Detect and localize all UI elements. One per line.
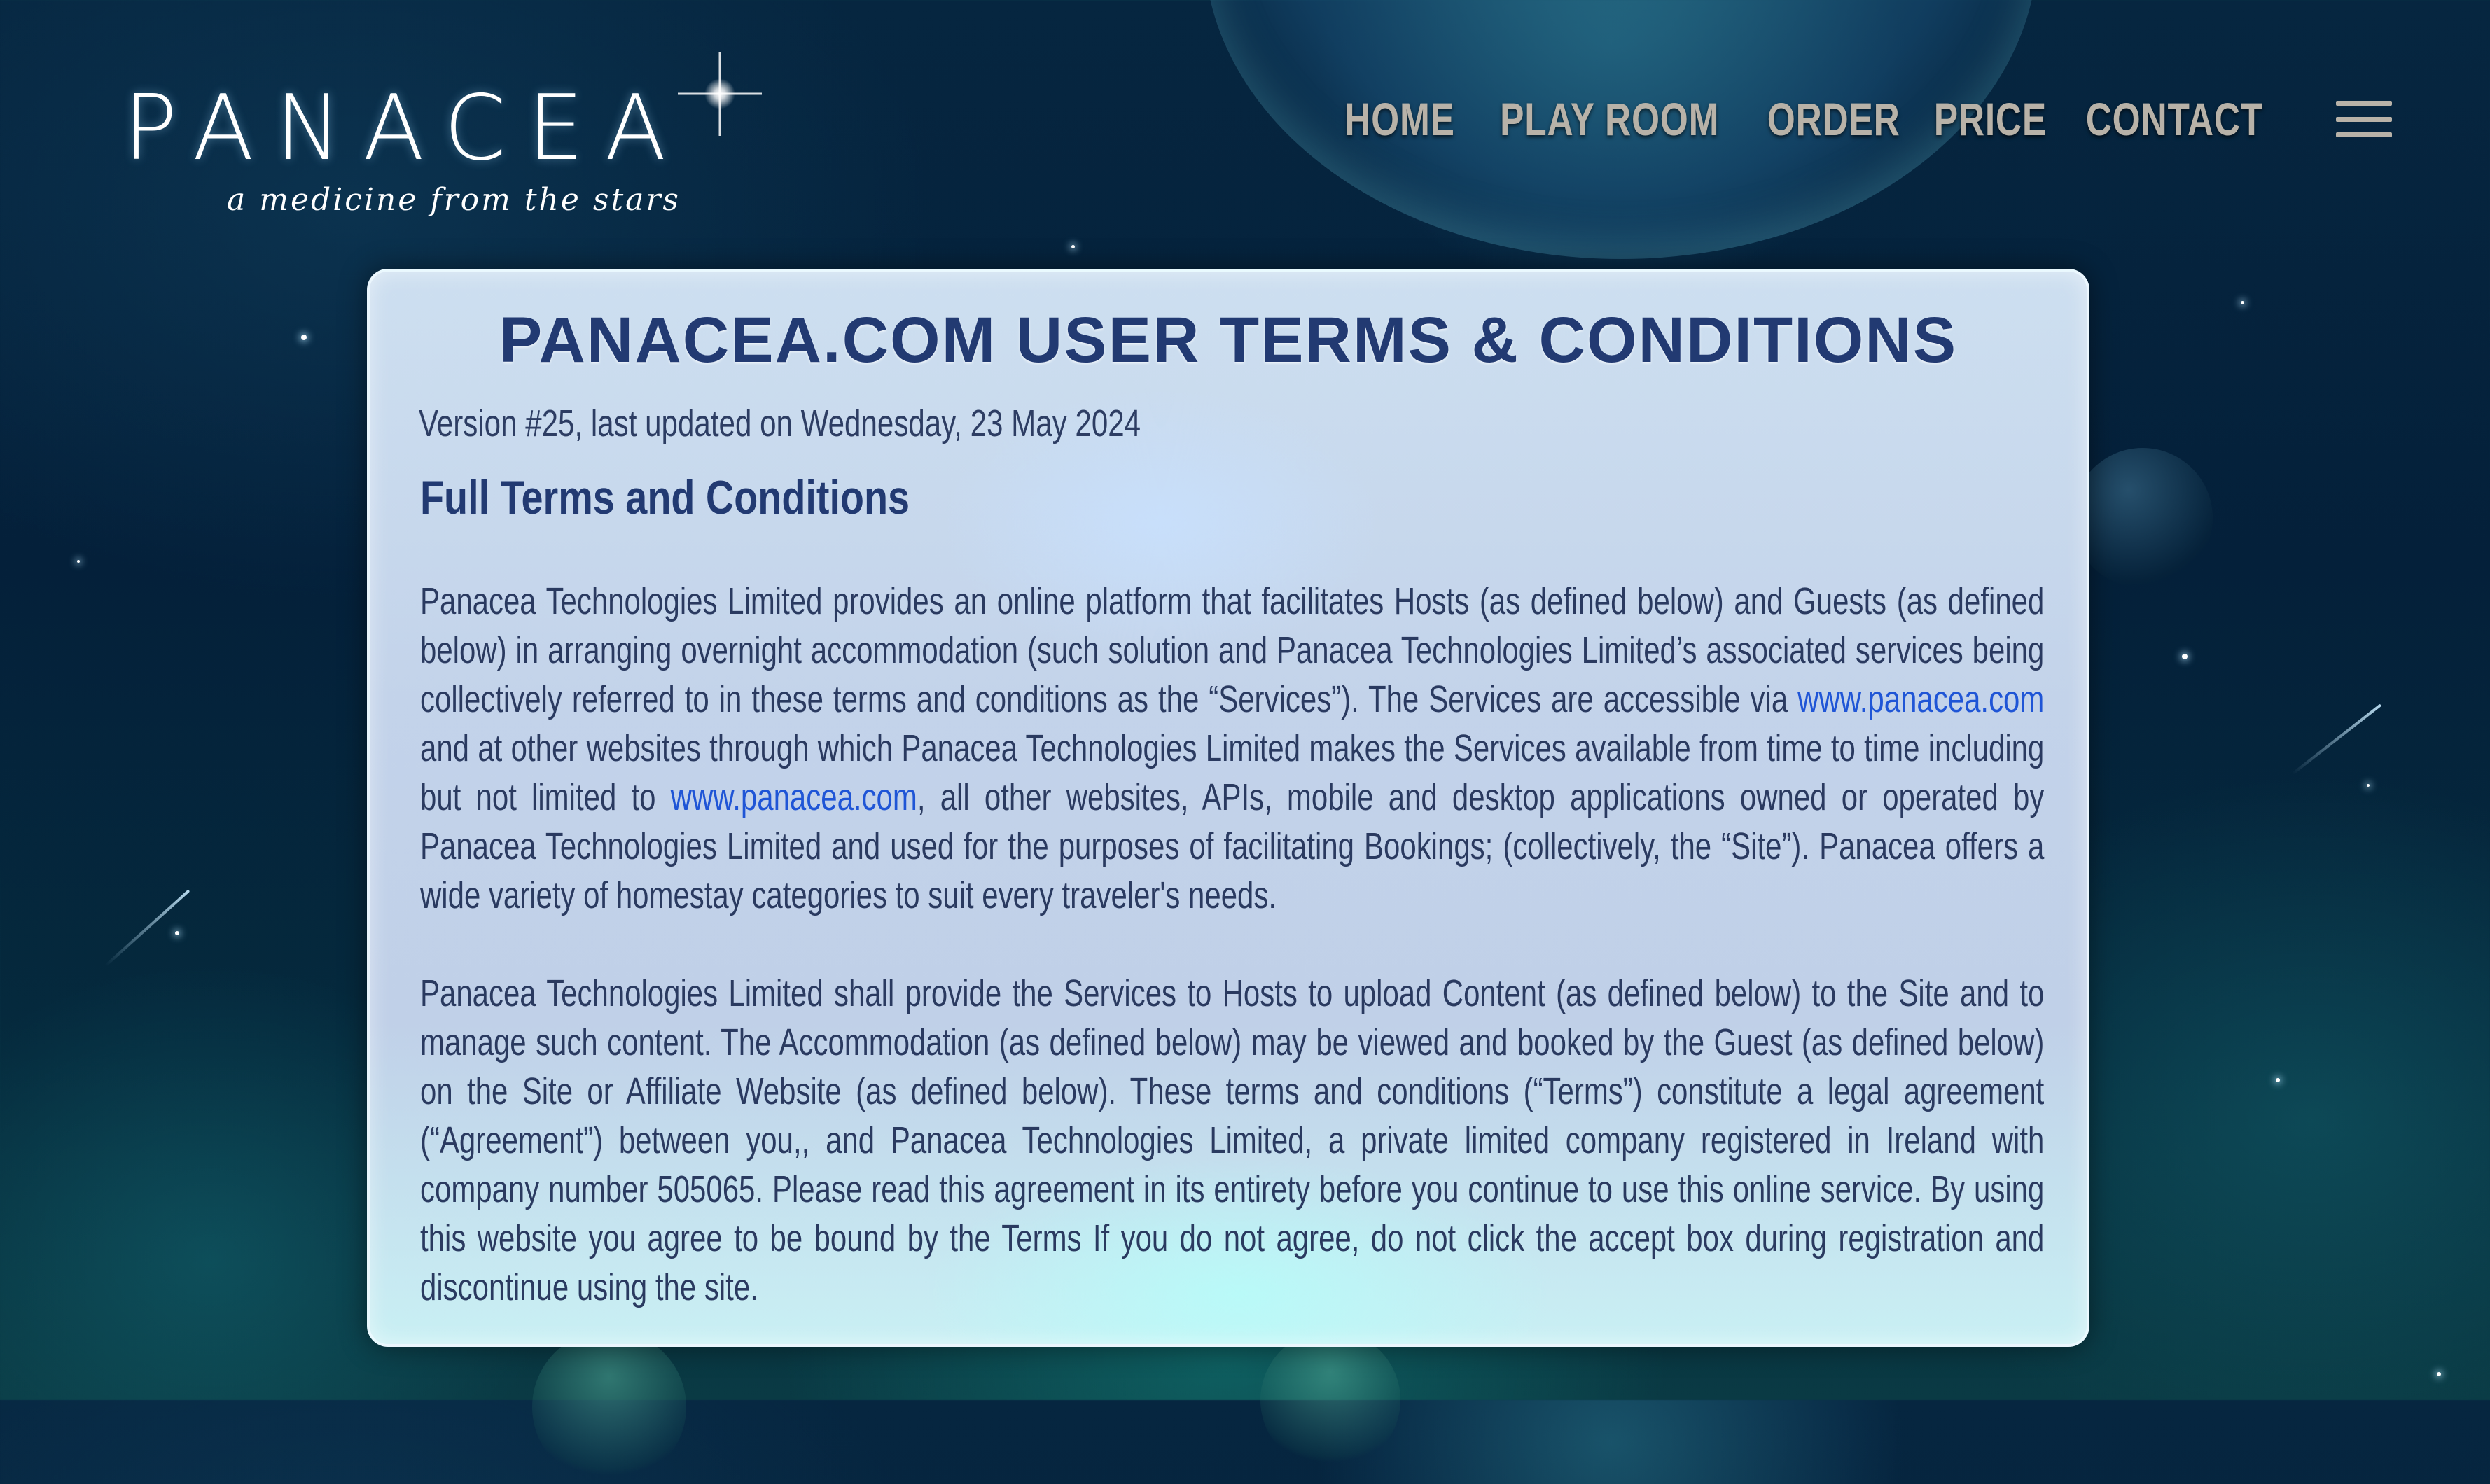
menu-bar [2336, 132, 2392, 137]
star-decoration [1071, 245, 1075, 248]
star-decoration [2437, 1372, 2441, 1376]
panacea-site-link[interactable]: www.panacea.com [1797, 678, 2044, 720]
nav-play-room-link[interactable]: PLAY ROOM [1500, 92, 1719, 146]
terms-panel: PANACEA.COM USER TERMS & CONDITIONS Vers… [367, 269, 2089, 1347]
terms-paragraph-2: Panacea Technologies Limited shall provi… [420, 972, 2045, 1308]
background-planet-right [2073, 448, 2213, 588]
star-decoration [301, 335, 307, 340]
logo-tagline: a medicine from the stars [227, 182, 681, 218]
star-decoration [2367, 784, 2370, 787]
star-decoration [2276, 1078, 2280, 1082]
main-nav: HOME PLAY ROOM ORDER PRICE CONTACT [1344, 92, 2392, 146]
nav-contact-link[interactable]: CONTACT [2086, 92, 2263, 146]
version-text: Version #25, last updated on Wednesday, … [419, 402, 1141, 444]
nav-price-link[interactable]: PRICE [1933, 92, 2046, 146]
nav-order-link[interactable]: ORDER [1767, 92, 1900, 146]
terms-body: Panacea Technologies Limited provides an… [420, 577, 2045, 1312]
background-planet-bottom [532, 1330, 686, 1484]
panacea-site-link[interactable]: www.panacea.com [671, 776, 917, 818]
star-decoration [2241, 301, 2244, 304]
section-title: Full Terms and Conditions [420, 471, 910, 524]
shooting-star-decoration [104, 889, 190, 967]
page-title: PANACEA.COM USER TERMS & CONDITIONS [499, 304, 1958, 376]
menu-bar [2336, 101, 2392, 106]
star-decoration [77, 560, 80, 563]
menu-bar [2336, 116, 2392, 122]
background-planet-bottom-right [1260, 1330, 1400, 1470]
star-decoration [2182, 654, 2188, 659]
star-decoration [175, 931, 179, 935]
logo[interactable]: PANACEA a medicine from the stars [123, 76, 739, 224]
nav-home-link[interactable]: HOME [1344, 92, 1455, 146]
logo-wordmark: PANACEA [123, 76, 688, 181]
shooting-star-decoration [2291, 704, 2382, 776]
sparkle-icon [704, 78, 735, 109]
terms-paragraph-1: Panacea Technologies Limited provides an… [420, 577, 2044, 920]
hamburger-menu-icon[interactable] [2336, 101, 2392, 137]
